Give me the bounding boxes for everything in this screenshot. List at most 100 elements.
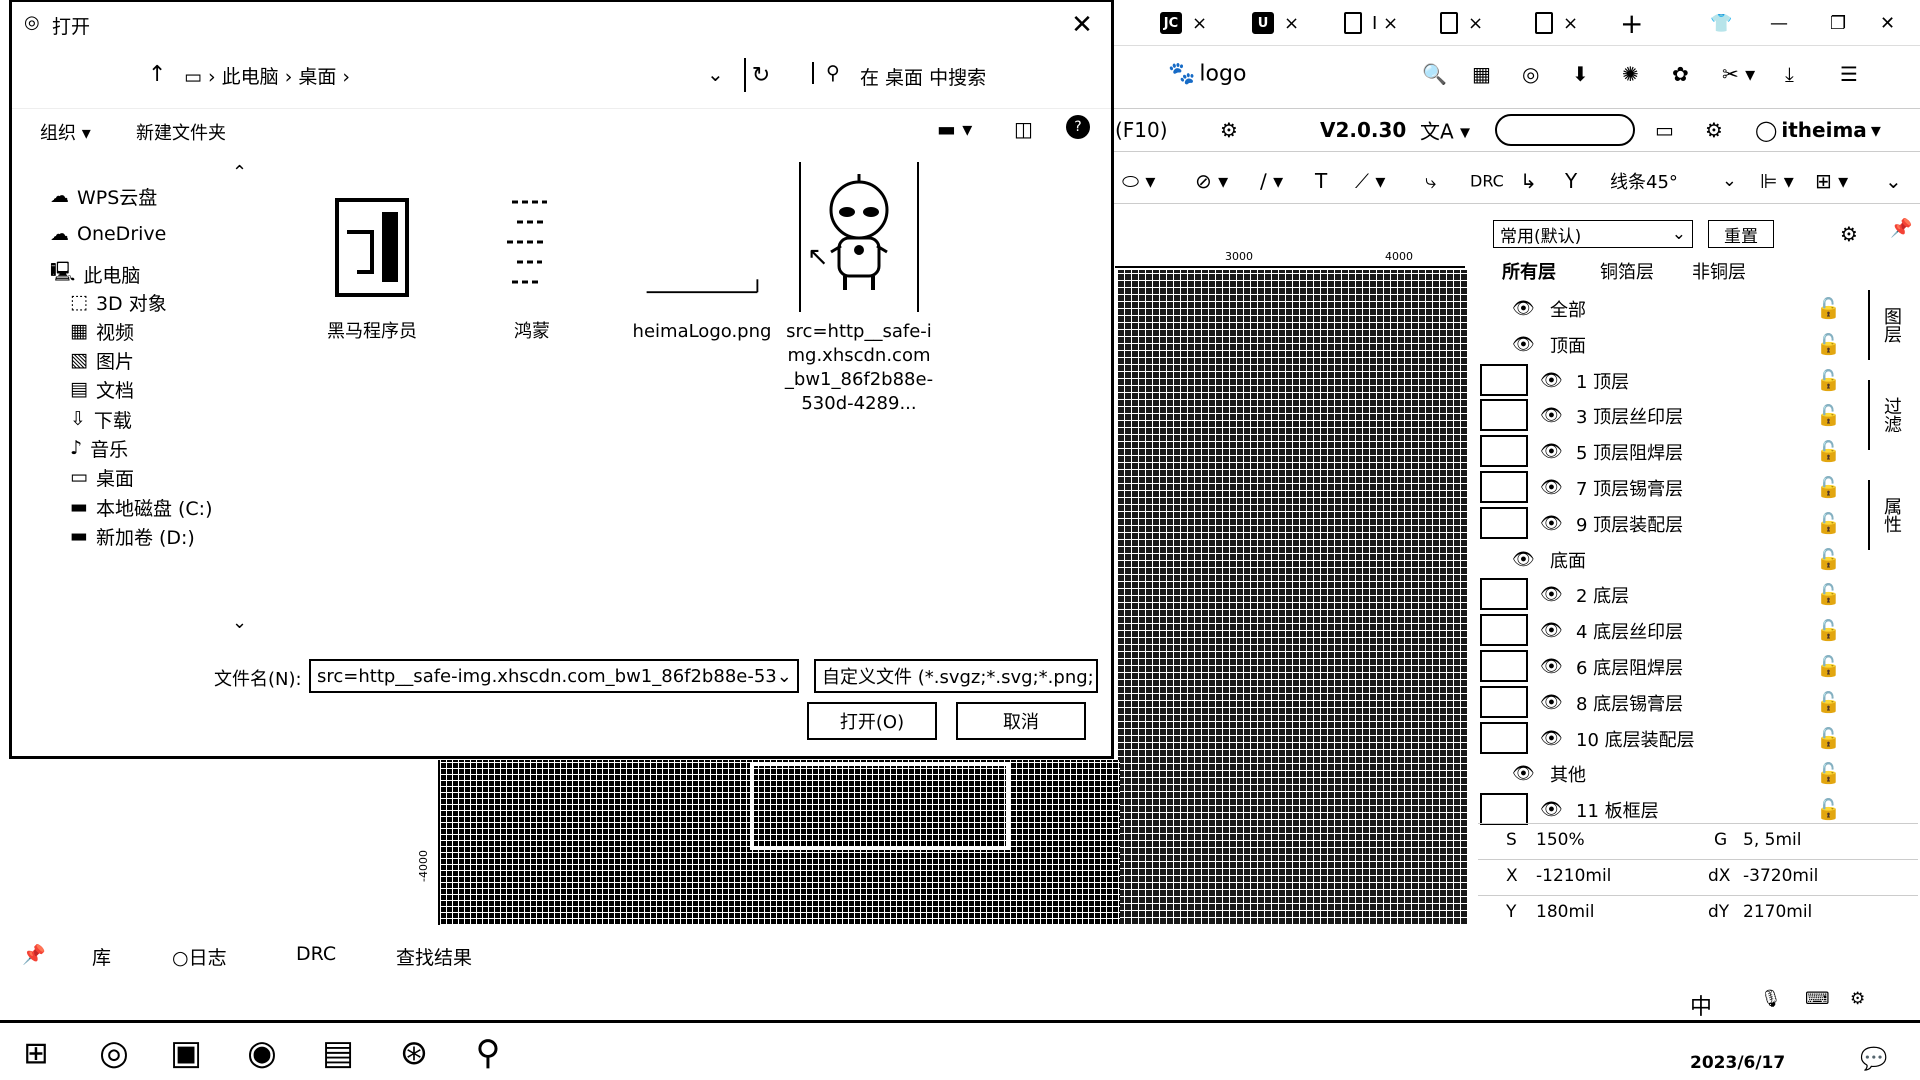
- tab-log[interactable]: ○日志: [172, 943, 227, 970]
- lock-icon[interactable]: 🔓: [1816, 439, 1841, 463]
- lock-icon[interactable]: 🔓: [1816, 547, 1841, 571]
- close-tab-icon[interactable]: I ×: [1372, 13, 1398, 34]
- search-box[interactable]: ⚲ 在 桌面 中搜索: [802, 54, 1102, 96]
- browser-tab[interactable]: ×: [1535, 8, 1578, 38]
- distribute-icon[interactable]: ⊞ ▾: [1815, 169, 1848, 193]
- chrome-icon[interactable]: ◉: [236, 1029, 288, 1077]
- eye-icon[interactable]: 👁: [1540, 728, 1563, 749]
- layer-row[interactable]: 👁 2 底层 🔓: [1478, 576, 1878, 612]
- layer-settings-icon[interactable]: ⚙: [1840, 222, 1858, 246]
- chevron-down-icon[interactable]: ⌄: [777, 666, 792, 687]
- close-tab-icon[interactable]: ×: [1563, 13, 1578, 34]
- app-editor-icon[interactable]: ▣: [160, 1029, 212, 1077]
- lock-icon[interactable]: 🔓: [1816, 582, 1841, 606]
- view-options-icon[interactable]: ▬ ▾: [937, 117, 972, 141]
- nav-item[interactable]: ▬ 本地磁盘 (C:): [70, 493, 213, 521]
- tab-library[interactable]: 库: [92, 943, 111, 970]
- nav-item[interactable]: ▤ 文档: [70, 375, 134, 403]
- pcb-canvas[interactable]: [1117, 270, 1467, 925]
- import-icon[interactable]: ⤷: [1425, 169, 1436, 193]
- lock-icon[interactable]: 🔓: [1816, 511, 1841, 535]
- nav-item[interactable]: ⇩ 下载: [70, 405, 132, 433]
- layer-color-swatch[interactable]: [1480, 614, 1528, 647]
- close-tab-icon[interactable]: ×: [1468, 13, 1483, 34]
- eye-icon[interactable]: 👁: [1540, 799, 1563, 820]
- app-globe-icon[interactable]: ⊛: [388, 1029, 440, 1077]
- layer-row[interactable]: 👁 5 顶层阻焊层 🔓: [1478, 433, 1878, 469]
- route-icon[interactable]: ↳: [1520, 169, 1537, 193]
- qr-icon[interactable]: ▦: [1472, 62, 1491, 86]
- download-icon[interactable]: ⤓: [1785, 62, 1794, 86]
- layer-reset-button[interactable]: 重置: [1708, 220, 1774, 248]
- menu-icon[interactable]: ☰: [1840, 62, 1858, 86]
- layer-color-swatch[interactable]: [1480, 363, 1528, 396]
- layer-row[interactable]: 👁 10 底层装配层 🔓: [1478, 720, 1878, 756]
- keyboard-icon[interactable]: ⌨: [1805, 989, 1830, 1009]
- extension-icon[interactable]: ✿: [1672, 62, 1689, 86]
- eye-icon[interactable]: 👁: [1540, 620, 1563, 641]
- file-item-image[interactable]: heimaLogo.png: [622, 182, 782, 344]
- layer-color-swatch[interactable]: [1480, 435, 1528, 468]
- tab-non-copper-layers[interactable]: 非铜层: [1692, 258, 1746, 284]
- lock-icon[interactable]: 🔓: [1816, 368, 1841, 392]
- cancel-button[interactable]: 取消: [956, 702, 1086, 740]
- layer-row[interactable]: 👁 顶面 🔓: [1478, 326, 1878, 362]
- lock-icon[interactable]: 🔓: [1816, 654, 1841, 678]
- chevron-down-icon[interactable]: ⌄: [707, 62, 724, 86]
- eye-icon[interactable]: 👁: [1540, 405, 1563, 426]
- filetype-select[interactable]: 自定义文件 (*.svgz;*.svg;*.png; ⌄: [814, 659, 1098, 693]
- file-item-folder[interactable]: 鸿蒙: [452, 182, 612, 344]
- microphone-icon[interactable]: 🎙: [1760, 989, 1782, 1009]
- pin-icon[interactable]: 📌: [1890, 218, 1912, 239]
- layer-color-swatch[interactable]: [1480, 506, 1528, 539]
- preview-pane-icon[interactable]: ◫: [1014, 117, 1033, 141]
- tab-search-results[interactable]: 查找结果: [396, 943, 472, 970]
- refresh-icon[interactable]: ↻: [744, 58, 776, 92]
- layer-color-swatch[interactable]: [1480, 793, 1528, 826]
- tab-all-layers[interactable]: 所有层: [1502, 258, 1556, 284]
- nav-item[interactable]: ⬚ 3D 对象: [70, 288, 167, 316]
- close-icon[interactable]: ✕: [1065, 10, 1099, 40]
- branch-icon[interactable]: Y: [1565, 169, 1577, 193]
- settings-icon[interactable]: ⚙: [1220, 118, 1238, 142]
- lock-icon[interactable]: 🔓: [1816, 726, 1841, 750]
- close-tab-icon[interactable]: ×: [1284, 13, 1299, 34]
- layer-row[interactable]: 👁 其他 🔓: [1478, 755, 1878, 791]
- eye-icon[interactable]: 👁: [1512, 763, 1535, 784]
- eye-icon[interactable]: 👁: [1540, 370, 1563, 391]
- layer-row[interactable]: 👁 底面 🔓: [1478, 541, 1878, 577]
- minimize-button[interactable]: —: [1770, 8, 1788, 38]
- chevron-down-icon[interactable]: ⌄: [1885, 169, 1902, 193]
- lock-icon[interactable]: 🔓: [1816, 690, 1841, 714]
- file-item-image-selected[interactable]: src=http__safe-img.xhscdn.com_bw1_86f2b8…: [784, 162, 934, 416]
- align-icon[interactable]: ⊫ ▾: [1760, 169, 1794, 193]
- new-folder-button[interactable]: 新建文件夹: [136, 119, 226, 145]
- no-tool-icon[interactable]: ⊘ ▾: [1195, 169, 1228, 193]
- lock-icon[interactable]: 🔓: [1816, 797, 1841, 821]
- language-icon[interactable]: 文A ▾: [1420, 116, 1470, 145]
- route-mode-select[interactable]: 线条45° ⌄: [1610, 168, 1737, 194]
- tab-drc[interactable]: DRC: [296, 943, 336, 965]
- layer-row[interactable]: 👁 6 底层阻焊层 🔓: [1478, 648, 1878, 684]
- file-item-folder[interactable]: 黑马程序员: [292, 182, 452, 344]
- eye-icon[interactable]: 👁: [1512, 334, 1535, 355]
- layer-color-swatch[interactable]: [1480, 721, 1528, 754]
- sync-icon[interactable]: ◎: [1522, 62, 1539, 86]
- side-tab-properties[interactable]: 属性: [1868, 480, 1908, 550]
- organize-button[interactable]: 组织 ▾: [40, 119, 91, 145]
- pin-icon[interactable]: 📌: [22, 943, 46, 966]
- clock-date[interactable]: 2023/6/17: [1690, 1053, 1785, 1073]
- close-tab-icon[interactable]: ×: [1192, 13, 1207, 34]
- download-circle-icon[interactable]: ⬇: [1572, 62, 1589, 86]
- help-icon[interactable]: ?: [1066, 115, 1090, 139]
- browser-tab[interactable]: U ×: [1252, 8, 1299, 38]
- layer-row[interactable]: 👁 1 顶层 🔓: [1478, 362, 1878, 398]
- drc-button[interactable]: DRC: [1470, 171, 1504, 190]
- shirt-icon[interactable]: 👕: [1710, 8, 1732, 38]
- layer-preset-select[interactable]: 常用(默认) ⌄: [1493, 220, 1693, 248]
- nav-item[interactable]: ☁ WPS云盘: [50, 182, 157, 210]
- eye-icon[interactable]: 👁: [1512, 298, 1535, 319]
- maximize-button[interactable]: ❐: [1830, 8, 1846, 38]
- nav-item[interactable]: ▬ 新加卷 (D:): [70, 522, 195, 550]
- breadcrumb-this-pc[interactable]: 此电脑: [222, 66, 279, 88]
